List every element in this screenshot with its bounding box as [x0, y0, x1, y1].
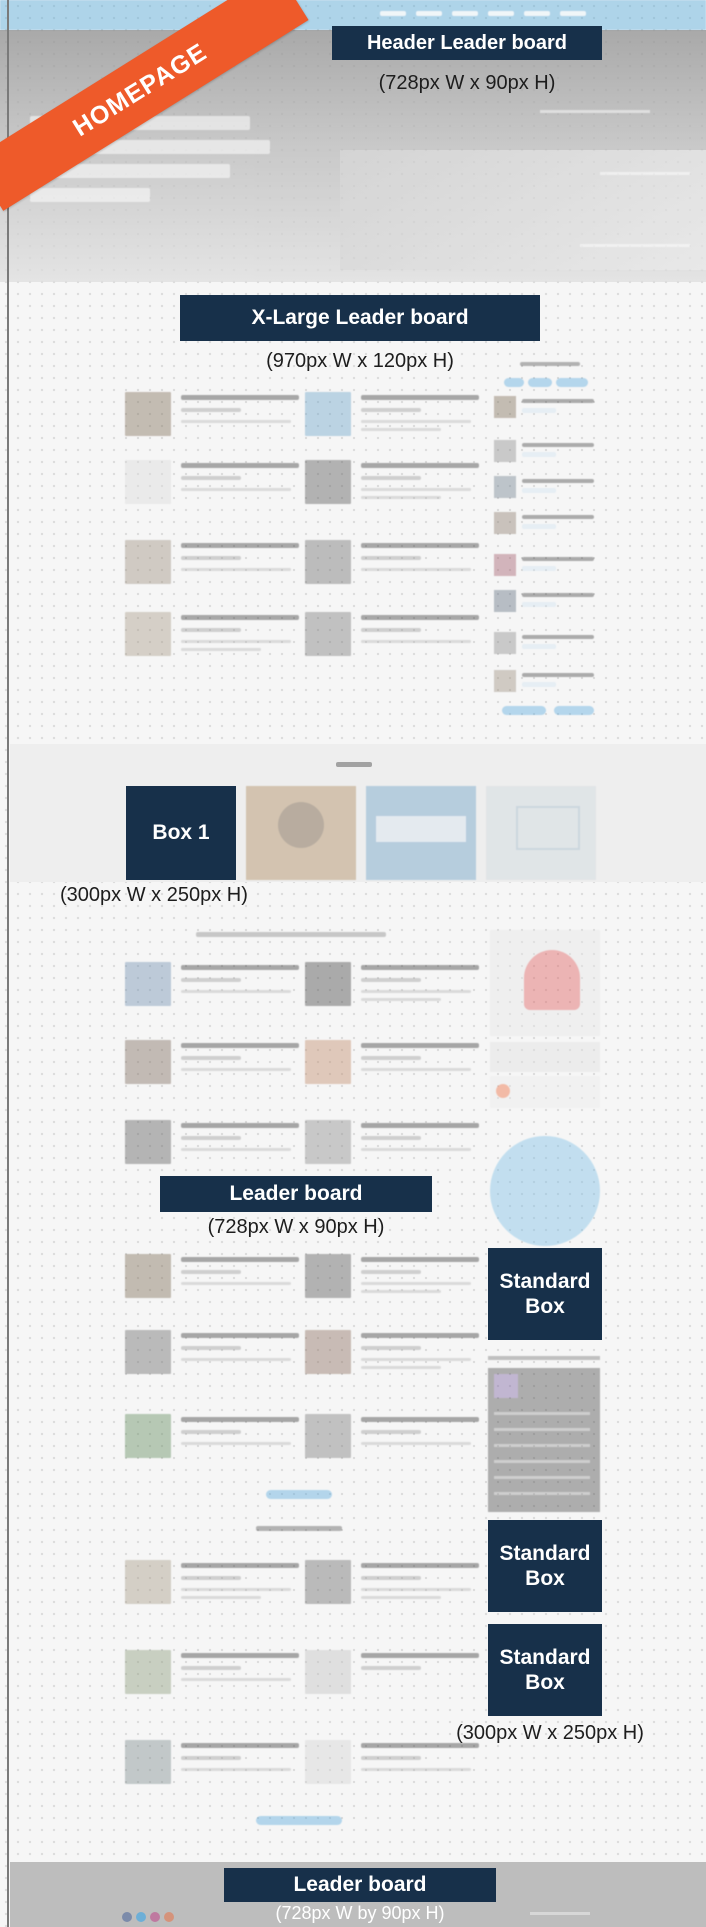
homepage-ad-layout: HOMEPAGE Header Leader board (728px W x …	[0, 0, 706, 1927]
trending-item[interactable]	[494, 512, 598, 538]
trending-item[interactable]	[494, 396, 598, 422]
hero-side-link	[580, 244, 690, 247]
audio-player[interactable]	[490, 1076, 600, 1108]
standard-box-2-label: Standard Box	[499, 1541, 591, 1590]
footer-leaderboard-size: (728px W by 90px H)	[275, 1903, 445, 1923]
article-card[interactable]	[305, 460, 485, 520]
article-card[interactable]	[305, 612, 485, 672]
article-card[interactable]	[125, 1040, 305, 1100]
standard-box-1-ad-slot: Standard Box	[488, 1248, 602, 1340]
trending-item[interactable]	[494, 632, 598, 658]
feature-tile[interactable]	[246, 786, 356, 880]
more-button[interactable]	[554, 706, 594, 715]
mid-leaderboard-ad-slot: Leader board	[160, 1176, 432, 1212]
standard-box-size: (300px W x 250px H)	[456, 1722, 644, 1744]
xlarge-leaderboard-size: (970px W x 120px H)	[266, 350, 454, 372]
trending-item[interactable]	[494, 554, 598, 580]
top-nav-links	[380, 11, 586, 16]
article-card[interactable]	[305, 392, 485, 452]
article-card[interactable]	[125, 1740, 305, 1800]
mid-leaderboard-size: (728px W x 90px H)	[207, 1216, 385, 1238]
hero-side-link	[540, 110, 650, 113]
facebook-icon[interactable]	[122, 1912, 132, 1922]
trending-tag[interactable]	[556, 378, 588, 387]
box1-ad-slot: Box 1	[126, 786, 236, 880]
article-card[interactable]	[125, 460, 305, 520]
sidebar-promo[interactable]	[490, 930, 600, 1036]
trending-tag[interactable]	[528, 378, 552, 387]
article-card[interactable]	[125, 1650, 305, 1710]
header-leaderboard-ad-slot: Header Leader board	[332, 26, 602, 60]
standard-box-2-ad-slot: Standard Box	[488, 1520, 602, 1612]
article-card[interactable]	[305, 1740, 485, 1800]
article-card[interactable]	[125, 540, 305, 600]
article-card[interactable]	[125, 1254, 305, 1314]
article-card[interactable]	[305, 962, 485, 1022]
news-politics-heading	[256, 1526, 342, 1531]
article-card[interactable]	[305, 540, 485, 600]
header-leaderboard-size: (728px W x 90px H)	[378, 72, 556, 94]
article-card[interactable]	[305, 1650, 485, 1710]
article-card[interactable]	[125, 1560, 305, 1620]
standard-box-3-ad-slot: Standard Box	[488, 1624, 602, 1716]
box1-size: (300px W x 250px H)	[60, 884, 248, 906]
hero-side-link	[600, 172, 690, 175]
article-card[interactable]	[125, 962, 305, 1022]
playlist-widget[interactable]	[488, 1368, 600, 1512]
article-card[interactable]	[305, 1254, 485, 1314]
article-card[interactable]	[305, 1414, 485, 1474]
trending-item[interactable]	[494, 440, 598, 466]
feature-tile[interactable]	[366, 786, 476, 880]
standard-box-1-label: Standard Box	[499, 1269, 591, 1318]
twitter-icon[interactable]	[136, 1912, 146, 1922]
box1-label: Box 1	[152, 821, 210, 845]
footer-text	[530, 1912, 590, 1915]
article-card[interactable]	[125, 1120, 305, 1180]
sidebar-logo-promo[interactable]	[490, 1136, 600, 1246]
playlist-heading	[488, 1356, 600, 1360]
trending-tag[interactable]	[504, 378, 524, 387]
trending-heading	[520, 362, 580, 366]
article-card[interactable]	[125, 392, 305, 452]
footer-leaderboard-ad-slot: Leader board	[224, 1868, 496, 1902]
article-card[interactable]	[125, 612, 305, 672]
article-card[interactable]	[125, 1414, 305, 1474]
view-more-button[interactable]	[256, 1816, 342, 1825]
article-card[interactable]	[125, 1330, 305, 1390]
trending-item[interactable]	[494, 670, 598, 696]
article-card[interactable]	[305, 1330, 485, 1390]
trending-item[interactable]	[494, 590, 598, 616]
social-icons	[122, 1912, 174, 1922]
xlarge-leaderboard-ad-slot: X-Large Leader board	[180, 295, 540, 341]
load-more-button[interactable]	[266, 1490, 332, 1499]
section-heading	[196, 932, 386, 937]
sidebar-promo[interactable]	[490, 1042, 600, 1072]
header-leaderboard-label: Header Leader board	[366, 32, 568, 54]
page-edge-line	[7, 0, 9, 1927]
feature-tile[interactable]	[486, 786, 596, 880]
footer-leaderboard-label: Leader board	[293, 1873, 427, 1897]
article-card[interactable]	[305, 1040, 485, 1100]
article-card[interactable]	[305, 1560, 485, 1620]
mid-leaderboard-label: Leader board	[229, 1182, 363, 1206]
rss-icon[interactable]	[164, 1912, 174, 1922]
more-button[interactable]	[502, 706, 546, 715]
xlarge-leaderboard-label: X-Large Leader board	[251, 306, 469, 330]
article-card[interactable]	[305, 1120, 485, 1180]
trending-item[interactable]	[494, 476, 598, 502]
features-heading	[336, 762, 372, 767]
standard-box-3-label: Standard Box	[499, 1645, 591, 1694]
instagram-icon[interactable]	[150, 1912, 160, 1922]
